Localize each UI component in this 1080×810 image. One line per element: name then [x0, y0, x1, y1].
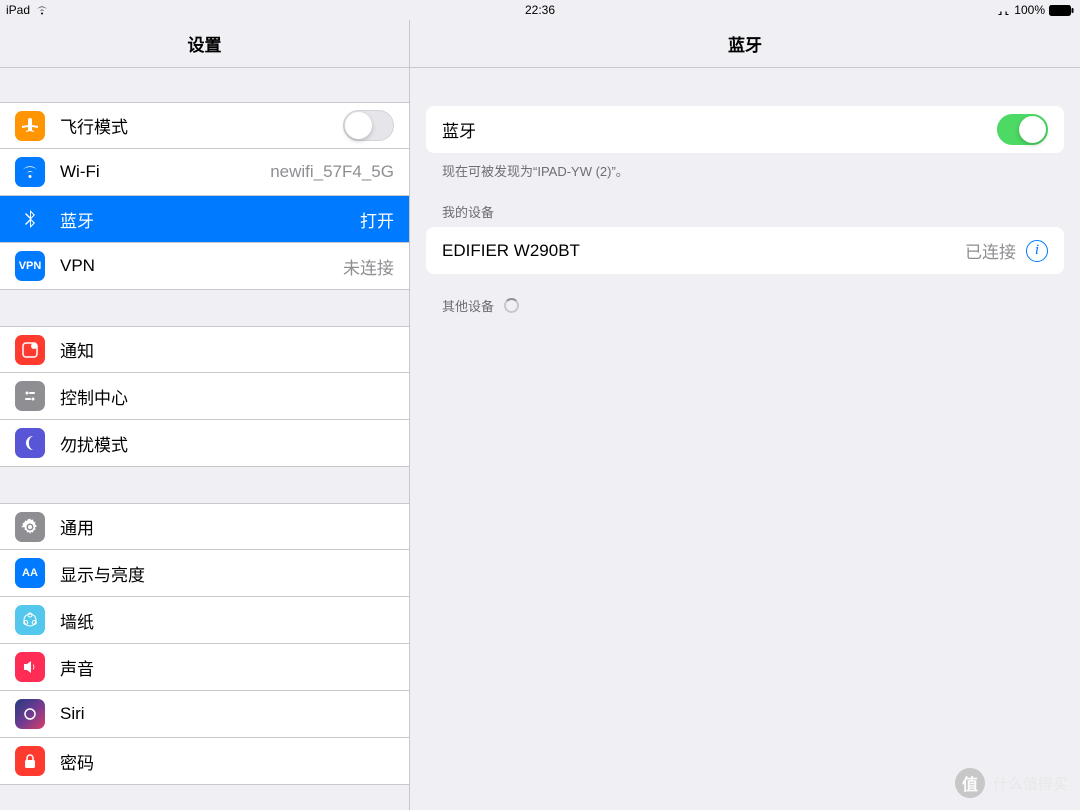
discoverable-caption: 现在可被发现为“IPAD-YW (2)”。: [410, 153, 1080, 180]
sidebar-item-vpn[interactable]: VPN VPN 未连接: [0, 243, 409, 290]
row-label: Wi-Fi: [60, 162, 270, 182]
wifi-icon: [35, 5, 49, 15]
other-devices-header: 其他设备: [410, 274, 1080, 321]
sidebar-item-wallpaper[interactable]: 墙纸: [0, 597, 409, 644]
row-label: Siri: [60, 704, 394, 724]
device-status: 已连接: [965, 238, 1016, 263]
sidebar-item-dnd[interactable]: 勿扰模式: [0, 420, 409, 467]
bt-toggle-label: 蓝牙: [442, 117, 997, 142]
sidebar-item-airplane[interactable]: 飞行模式: [0, 102, 409, 149]
sidebar-item-sound[interactable]: 声音: [0, 644, 409, 691]
airplane-toggle[interactable]: [343, 110, 394, 141]
detail-pane: 蓝牙 蓝牙 现在可被发现为“IPAD-YW (2)”。 我的设备 EDIFIER…: [410, 20, 1080, 810]
bt-toggle-row[interactable]: 蓝牙: [426, 106, 1064, 153]
row-label: 声音: [60, 655, 394, 680]
status-time: 22:36: [525, 3, 555, 17]
headphone-icon: [997, 5, 1010, 16]
moon-icon: [15, 428, 45, 458]
spinner-icon: [504, 298, 519, 313]
sidebar-item-bluetooth[interactable]: 蓝牙 打开: [0, 196, 409, 243]
sidebar-item-notifications[interactable]: 通知: [0, 326, 409, 373]
bluetooth-icon: [15, 204, 45, 234]
row-label: 蓝牙: [60, 207, 360, 232]
airplane-icon: [15, 111, 45, 141]
bt-toggle-group: 蓝牙: [426, 106, 1064, 153]
lock-icon: [15, 746, 45, 776]
siri-icon: [15, 699, 45, 729]
watermark-badge: 值: [955, 768, 985, 798]
row-value: 打开: [360, 207, 394, 232]
row-label: 飞行模式: [60, 113, 343, 138]
sidebar-item-passcode[interactable]: 密码: [0, 738, 409, 785]
row-label: 控制中心: [60, 384, 394, 409]
row-label: 显示与亮度: [60, 561, 394, 586]
watermark: 值 什么值得买: [955, 768, 1068, 798]
wifi-settings-icon: [15, 157, 45, 187]
bt-toggle[interactable]: [997, 114, 1048, 145]
other-devices-label: 其他设备: [442, 296, 494, 315]
detail-title: 蓝牙: [410, 20, 1080, 68]
device-name-label: EDIFIER W290BT: [442, 241, 965, 261]
row-label: 通知: [60, 337, 394, 362]
sidebar-item-wifi[interactable]: Wi-Fi newifi_57F4_5G: [0, 149, 409, 196]
sidebar-item-general[interactable]: 通用: [0, 503, 409, 550]
settings-sidebar: 设置 飞行模式 Wi-Fi newifi_57F4_5G 蓝牙 打开 VPN V…: [0, 20, 410, 810]
row-label: 墙纸: [60, 608, 394, 633]
info-icon[interactable]: i: [1026, 240, 1048, 262]
wallpaper-icon: [15, 605, 45, 635]
row-label: 通用: [60, 514, 394, 539]
my-devices-group: EDIFIER W290BT 已连接 i: [426, 227, 1064, 274]
row-label: 密码: [60, 749, 394, 774]
vpn-icon: VPN: [15, 251, 45, 281]
sidebar-item-control-center[interactable]: 控制中心: [0, 373, 409, 420]
control-icon: [15, 381, 45, 411]
sidebar-title: 设置: [0, 20, 409, 68]
device-row[interactable]: EDIFIER W290BT 已连接 i: [426, 227, 1064, 274]
battery-icon: [1049, 5, 1074, 16]
gear-icon: [15, 512, 45, 542]
battery-percent: 100%: [1014, 3, 1045, 17]
row-value: newifi_57F4_5G: [270, 162, 394, 182]
watermark-text: 什么值得买: [993, 773, 1068, 794]
sidebar-item-display[interactable]: AA 显示与亮度: [0, 550, 409, 597]
row-label: 勿扰模式: [60, 431, 394, 456]
row-label: VPN: [60, 256, 343, 276]
device-name: iPad: [6, 3, 30, 17]
my-devices-header: 我的设备: [410, 180, 1080, 227]
status-bar: iPad 22:36 100%: [0, 0, 1080, 20]
row-value: 未连接: [343, 254, 394, 279]
notification-icon: [15, 335, 45, 365]
sound-icon: [15, 652, 45, 682]
display-icon: AA: [15, 558, 45, 588]
sidebar-item-siri[interactable]: Siri: [0, 691, 409, 738]
